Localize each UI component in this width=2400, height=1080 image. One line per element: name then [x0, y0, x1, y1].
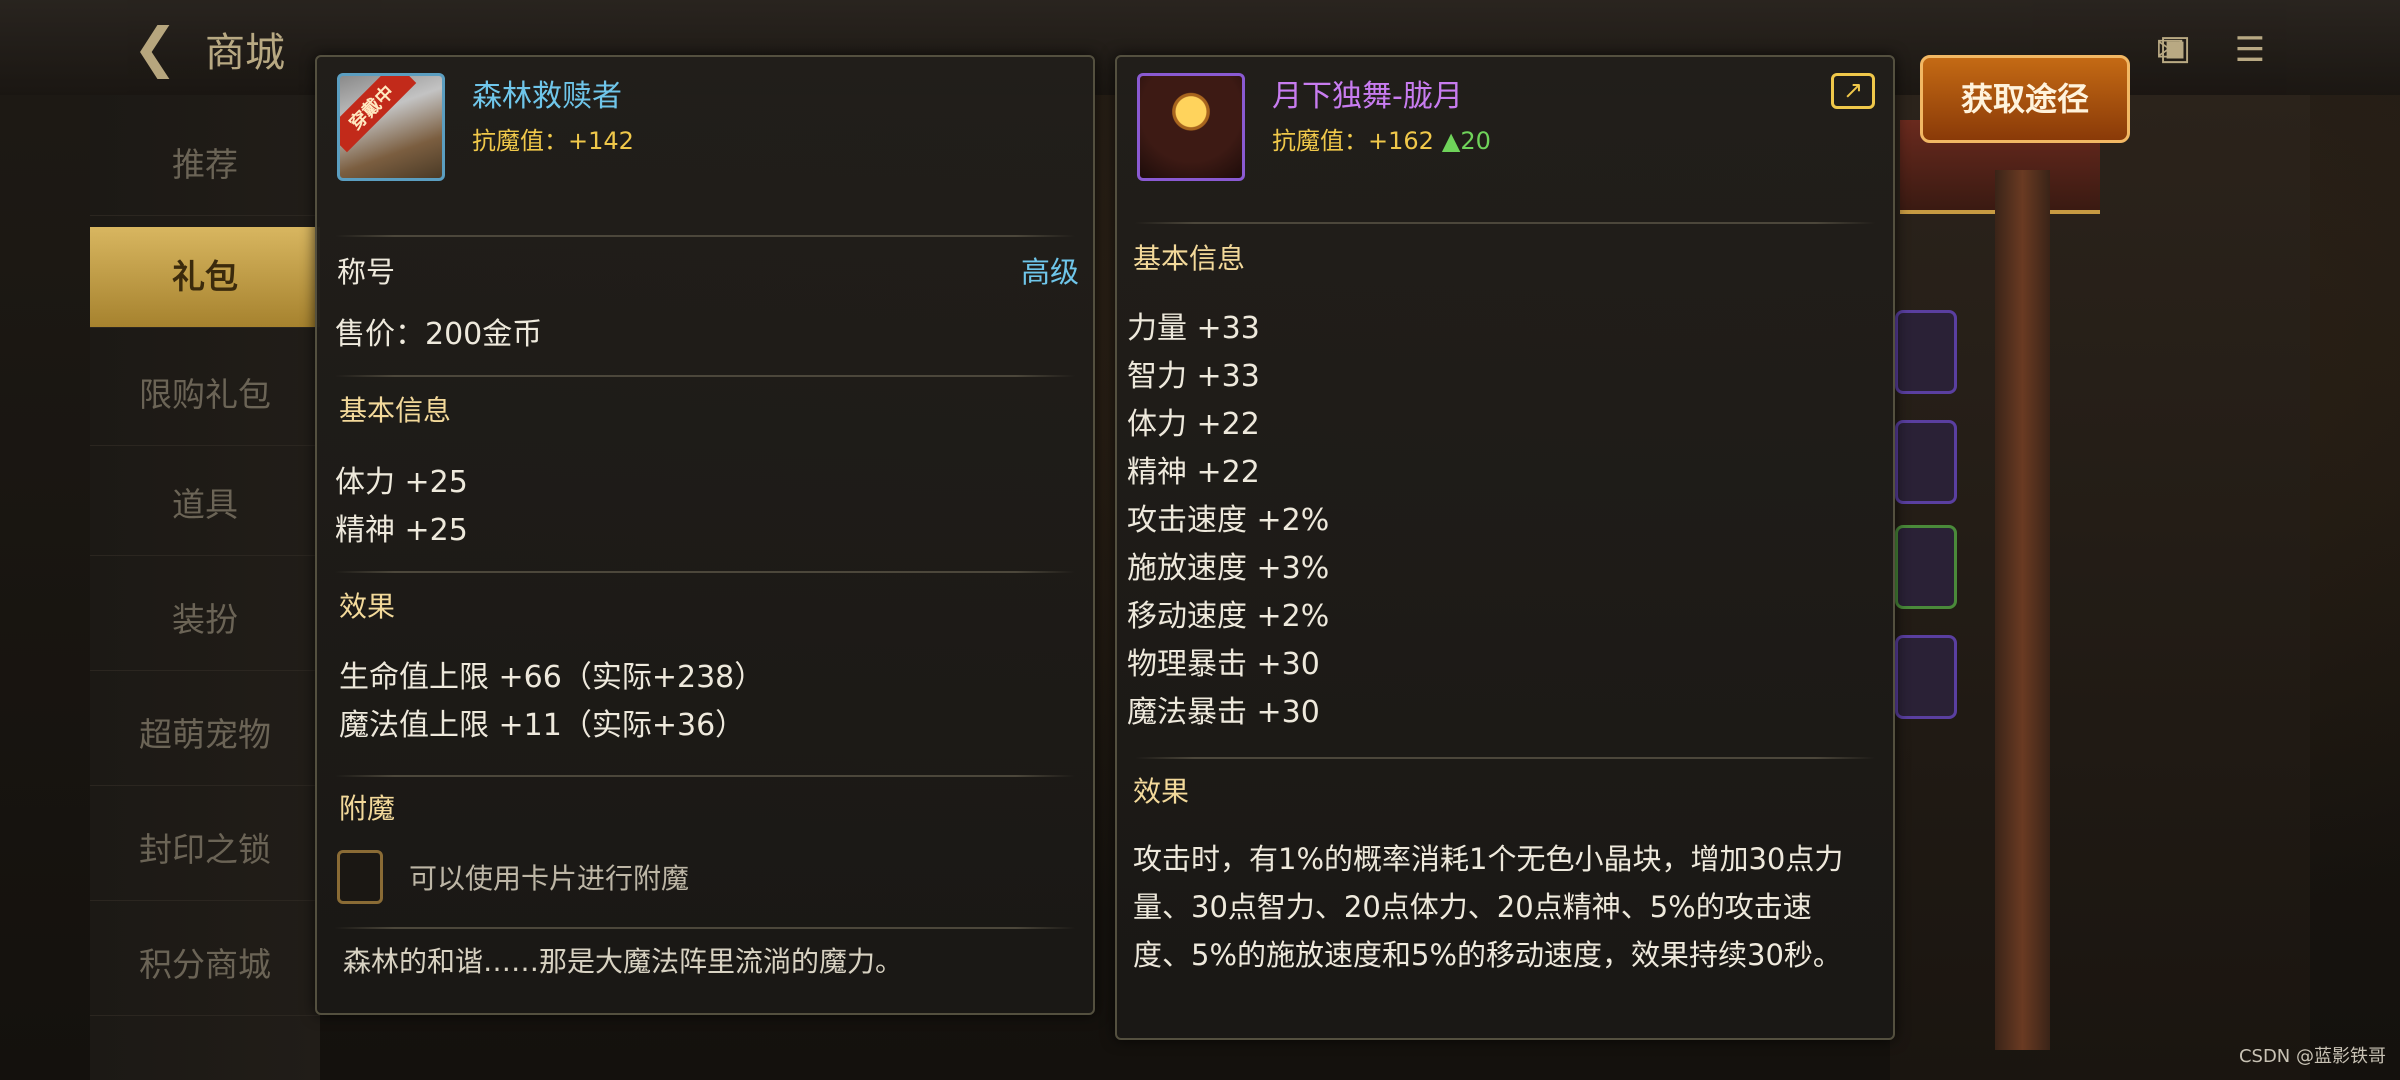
item-slot[interactable] — [1895, 635, 1957, 719]
divider — [335, 375, 1075, 377]
stat-row: 移动速度 +2% — [1127, 599, 1330, 634]
divider — [335, 235, 1075, 237]
sidebar-item-limited-pack[interactable]: 限购礼包 — [90, 345, 320, 446]
moonlight-dance-icon — [1137, 73, 1245, 181]
effect-line: 量、30点智力、20点体力、20点精神、5%的攻击速 — [1133, 890, 1812, 924]
item-price: 售价：200金币 — [335, 317, 543, 352]
basic-info-title: 基本信息 — [1133, 242, 1246, 275]
stat-row: 攻击速度 +2% — [1127, 503, 1330, 538]
resist-gain: ▲20 — [1441, 127, 1491, 155]
forest-redeemer-icon: 穿戴中 — [337, 73, 445, 181]
sidebar-item-points-shop[interactable]: 积分商城 — [90, 915, 320, 1016]
resist-label: 抗魔值：+162 — [1272, 127, 1434, 155]
share-icon[interactable]: ↗ — [1831, 73, 1875, 109]
resist-value: 抗魔值：+162 ▲20 — [1272, 121, 1491, 156]
obtain-method-button[interactable]: 获取途径 — [1920, 55, 2130, 143]
enchant-card-slot[interactable] — [337, 850, 383, 904]
sidebar-item-props[interactable]: 道具 — [90, 455, 320, 556]
basic-info-title: 基本信息 — [339, 394, 452, 427]
item-slot[interactable] — [1895, 420, 1957, 504]
enchant-title: 附魔 — [339, 792, 396, 825]
equipped-badge: 穿戴中 — [340, 76, 417, 153]
equipped-item-tooltip: 穿戴中 森林救赎者 抗魔值：+142 称号 高级 售价：200金币 基本信息 体… — [315, 55, 1095, 1015]
stat-row: 智力 +33 — [1127, 359, 1260, 394]
flavor-text: 森林的和谐……那是大魔法阵里流淌的魔力。 — [343, 945, 904, 978]
divider — [335, 775, 1075, 777]
item-grade: 高级 — [1020, 255, 1079, 289]
compared-item-tooltip: 月下独舞-胧月 抗魔值：+162 ▲20 ↗ 基本信息 力量 +33 智力 +33… — [1115, 55, 1895, 1040]
effect-line: 度、5%的施放速度和5%的移动速度，效果持续30秒。 — [1133, 938, 1842, 972]
sidebar-item-recommend[interactable]: 推荐 — [90, 115, 320, 216]
stat-row: 力量 +33 — [1127, 311, 1260, 346]
divider — [335, 927, 1075, 929]
effect-title: 效果 — [1133, 775, 1190, 808]
effect-line: 攻击时，有1%的概率消耗1个无色小晶块，增加30点力 — [1133, 842, 1844, 876]
stat-row: 精神 +25 — [335, 513, 468, 548]
item-type: 称号 — [337, 255, 396, 289]
resist-value: 抗魔值：+142 — [472, 127, 634, 155]
enchant-hint: 可以使用卡片进行附魔 — [409, 862, 690, 895]
stat-row: 施放速度 +3% — [1127, 551, 1330, 586]
item-slot[interactable] — [1895, 310, 1957, 394]
stat-row: 魔法暴击 +30 — [1127, 695, 1320, 730]
sidebar-item-costume[interactable]: 装扮 — [90, 570, 320, 671]
watermark: CSDN @蓝影铁哥 — [2238, 1046, 2386, 1067]
effect-title: 效果 — [339, 590, 396, 623]
divider — [1135, 222, 1875, 224]
shop-title: 商城 — [205, 30, 285, 76]
item-slot[interactable] — [1895, 525, 1957, 609]
stat-row: 体力 +25 — [335, 465, 468, 500]
effect-row: 生命值上限 +66（实际+238） — [339, 660, 765, 695]
stat-row: 物理暴击 +30 — [1127, 647, 1320, 682]
item-name: 月下独舞-胧月 — [1272, 79, 1463, 114]
effect-row: 魔法值上限 +11（实际+36） — [339, 708, 746, 743]
back-arrow-icon[interactable]: ❮ — [120, 18, 190, 78]
chat-icon[interactable]: ☰ — [2225, 30, 2275, 70]
divider — [1135, 757, 1875, 759]
effect-description: 攻击时，有1%的概率消耗1个无色小晶块，增加30点力 量、30点智力、20点体力… — [1133, 835, 1881, 979]
stat-row: 体力 +22 — [1127, 407, 1260, 442]
shop-sidebar: 推荐 礼包 限购礼包 道具 装扮 超萌宠物 封印之锁 积分商城 — [90, 95, 320, 1080]
sidebar-item-gift-pack[interactable]: 礼包 — [90, 227, 320, 328]
mail-icon[interactable]: ✉ — [2145, 30, 2195, 70]
divider — [335, 571, 1075, 573]
sidebar-item-seal-lock[interactable]: 封印之锁 — [90, 800, 320, 901]
pavilion-pillar — [1995, 170, 2050, 1050]
sidebar-item-pets[interactable]: 超萌宠物 — [90, 685, 320, 786]
stat-row: 精神 +22 — [1127, 455, 1260, 490]
item-name: 森林救赎者 — [472, 79, 622, 114]
